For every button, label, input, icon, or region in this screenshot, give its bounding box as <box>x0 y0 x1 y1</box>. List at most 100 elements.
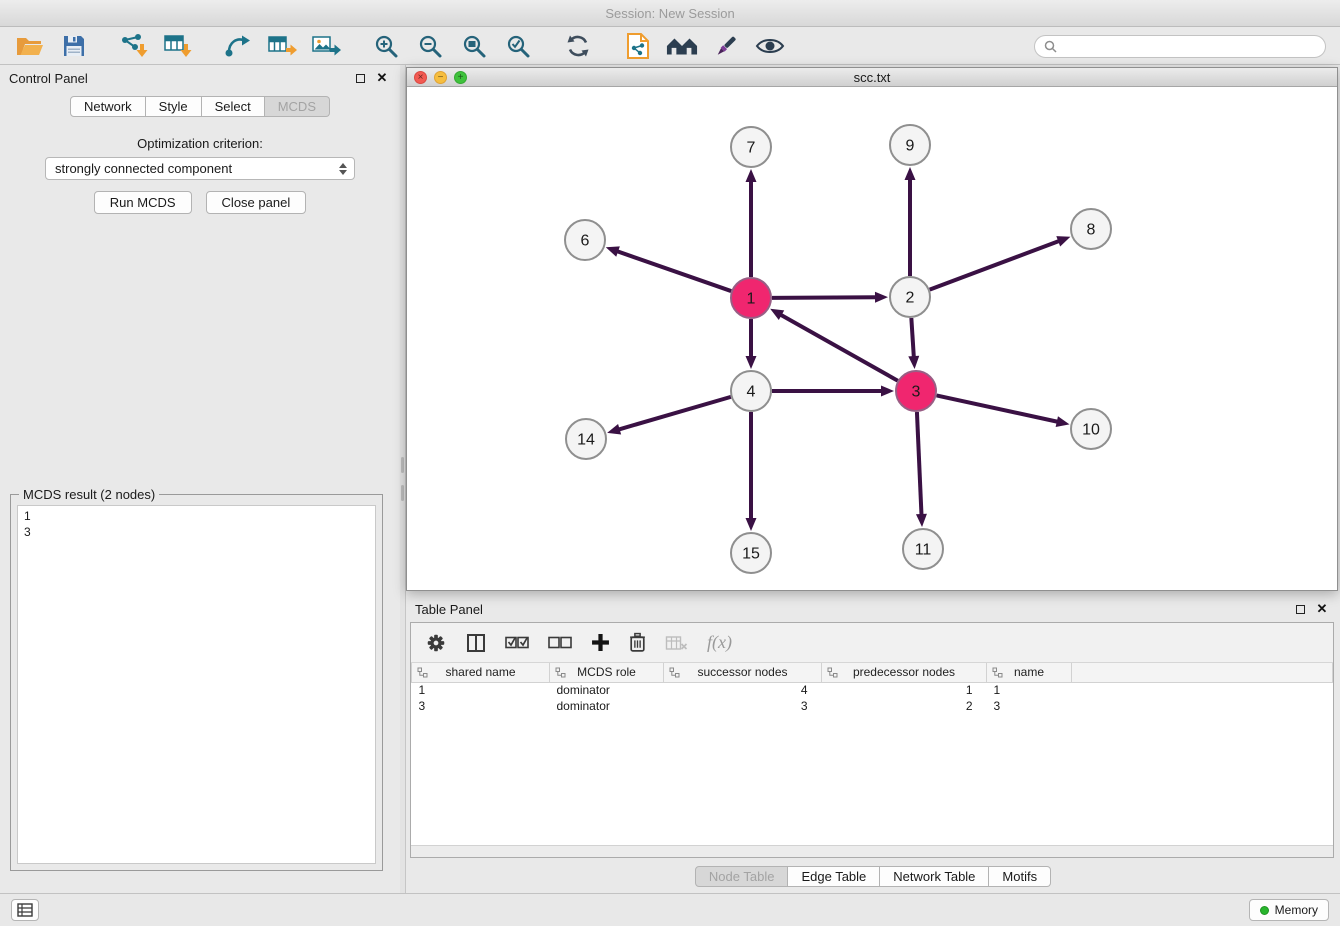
edge-2-8[interactable] <box>930 241 1060 290</box>
table-row[interactable]: 3dominator323 <box>412 698 1333 714</box>
arrowhead-4-3 <box>881 386 894 397</box>
zoom-selected-glyph <box>505 33 531 59</box>
table-tabs: Node TableEdge TableNetwork TableMotifs <box>406 866 1340 887</box>
open-folder-glyph <box>16 34 44 58</box>
mcds-result-item[interactable]: 3 <box>18 524 375 540</box>
mcds-result-list[interactable]: 13 <box>17 505 376 864</box>
zoom-window-icon[interactable]: + <box>454 71 467 84</box>
save-session-icon[interactable] <box>58 31 90 61</box>
import-table-icon[interactable] <box>162 31 194 61</box>
close-window-icon[interactable]: × <box>414 71 427 84</box>
zoom-in-icon[interactable] <box>370 31 402 61</box>
mcds-result-box: MCDS result (2 nodes) 13 <box>10 494 383 871</box>
refresh-glyph <box>565 33 591 59</box>
show-graphics-details-icon[interactable] <box>754 31 786 61</box>
open-file-icon[interactable] <box>14 31 46 61</box>
mcds-result-item[interactable]: 1 <box>18 508 375 524</box>
zoom-out-icon[interactable] <box>414 31 446 61</box>
edge-3-10[interactable] <box>937 395 1059 422</box>
tab-motifs[interactable]: Motifs <box>989 866 1051 887</box>
table-scroll-area[interactable]: shared nameMCDS rolesuccessor nodesprede… <box>411 663 1333 845</box>
minimize-window-icon[interactable]: − <box>434 71 447 84</box>
network-canvas[interactable]: 7 9 6 8 1 2 4 3 14 10 15 11 <box>407 87 1337 590</box>
edge-3-1[interactable] <box>780 314 898 380</box>
tab-network[interactable]: Network <box>70 96 146 117</box>
edge-1-6[interactable] <box>616 251 731 291</box>
splitter-handle <box>401 457 404 473</box>
export-table-glyph <box>267 33 298 59</box>
refresh-view-icon[interactable] <box>562 31 594 61</box>
apply-style-brush-icon[interactable] <box>710 31 742 61</box>
splitter-handle <box>401 485 404 501</box>
node-8[interactable]: 8 <box>1071 209 1111 249</box>
delete-table-icon[interactable] <box>665 635 688 651</box>
svg-text:9: 9 <box>906 138 915 155</box>
svg-text:4: 4 <box>747 384 756 401</box>
unchecked-boxes-glyph <box>548 635 572 650</box>
unselect-all-columns-icon[interactable] <box>548 635 572 650</box>
arrowhead-3-10 <box>1056 416 1070 427</box>
show-columns-icon[interactable] <box>466 633 486 653</box>
node-6[interactable]: 6 <box>565 220 605 260</box>
zoom-fit-icon[interactable] <box>458 31 490 61</box>
panel-list-menu-button[interactable] <box>11 899 39 921</box>
create-column-plus-icon[interactable] <box>591 633 610 652</box>
close-panel-button[interactable]: Close panel <box>206 191 307 214</box>
close-table-panel-icon[interactable]: ✕ <box>1313 601 1331 617</box>
first-neighbors-icon[interactable] <box>666 31 698 61</box>
search-box[interactable] <box>1034 35 1326 58</box>
table-frame: f(x) shared nameMCDS rolesuccessor nodes… <box>410 622 1334 858</box>
tab-mcds[interactable]: MCDS <box>265 96 330 117</box>
column-header-predecessor-nodes[interactable]: predecessor nodes <box>822 663 987 682</box>
edge-4-14[interactable] <box>618 397 731 430</box>
float-panel-icon[interactable] <box>351 70 369 86</box>
import-network-icon[interactable] <box>118 31 150 61</box>
open-session-document-icon[interactable] <box>622 31 654 61</box>
node-9[interactable]: 9 <box>890 125 930 165</box>
export-network-icon[interactable] <box>222 31 254 61</box>
delete-column-trash-icon[interactable] <box>629 632 646 653</box>
svg-text:14: 14 <box>577 432 595 449</box>
node-2[interactable]: 2 <box>890 277 930 317</box>
float-table-panel-icon[interactable] <box>1291 601 1309 617</box>
search-input[interactable] <box>1063 39 1316 54</box>
node-1[interactable]: 1 <box>731 278 771 318</box>
tab-network-table[interactable]: Network Table <box>880 866 989 887</box>
column-header-successor-nodes[interactable]: successor nodes <box>664 663 822 682</box>
table-panel-header: Table Panel ✕ <box>406 596 1340 622</box>
node-10[interactable]: 10 <box>1071 409 1111 449</box>
arrowhead-2-9 <box>905 167 916 180</box>
node-3[interactable]: 3 <box>896 371 936 411</box>
edge-2-3[interactable] <box>911 318 914 358</box>
node-11[interactable]: 11 <box>903 529 943 569</box>
horizontal-scrollbar[interactable] <box>411 845 1333 857</box>
run-mcds-button[interactable]: Run MCDS <box>94 191 192 214</box>
table-settings-gear-icon[interactable] <box>425 632 447 654</box>
export-image-icon[interactable] <box>310 31 342 61</box>
column-header-name[interactable]: name <box>987 663 1072 682</box>
tab-node-table[interactable]: Node Table <box>695 866 789 887</box>
zoom-selected-icon[interactable] <box>502 31 534 61</box>
tab-style[interactable]: Style <box>146 96 202 117</box>
memory-button[interactable]: Memory <box>1249 899 1329 921</box>
tab-edge-table[interactable]: Edge Table <box>788 866 880 887</box>
edge-1-2[interactable] <box>772 297 877 298</box>
edge-3-11[interactable] <box>917 412 922 516</box>
node-4[interactable]: 4 <box>731 371 771 411</box>
import-toolbar-group <box>118 31 194 61</box>
column-header-shared-name[interactable]: shared name <box>412 663 550 682</box>
function-builder-icon[interactable]: f(x) <box>707 632 732 653</box>
close-panel-icon[interactable]: ✕ <box>373 70 391 86</box>
table-row[interactable]: 1dominator411 <box>412 682 1333 698</box>
tab-select[interactable]: Select <box>202 96 265 117</box>
node-15[interactable]: 15 <box>731 533 771 573</box>
column-header-MCDS-role[interactable]: MCDS role <box>550 663 664 682</box>
export-table-icon[interactable] <box>266 31 298 61</box>
network-window-titlebar[interactable]: × − + scc.txt <box>407 68 1337 87</box>
select-all-columns-icon[interactable] <box>505 635 529 650</box>
node-7[interactable]: 7 <box>731 127 771 167</box>
arrowhead-1-6 <box>606 246 620 256</box>
node-14[interactable]: 14 <box>566 419 606 459</box>
delete-table-glyph <box>665 635 688 651</box>
optimization-dropdown[interactable]: strongly connected component <box>45 157 355 180</box>
